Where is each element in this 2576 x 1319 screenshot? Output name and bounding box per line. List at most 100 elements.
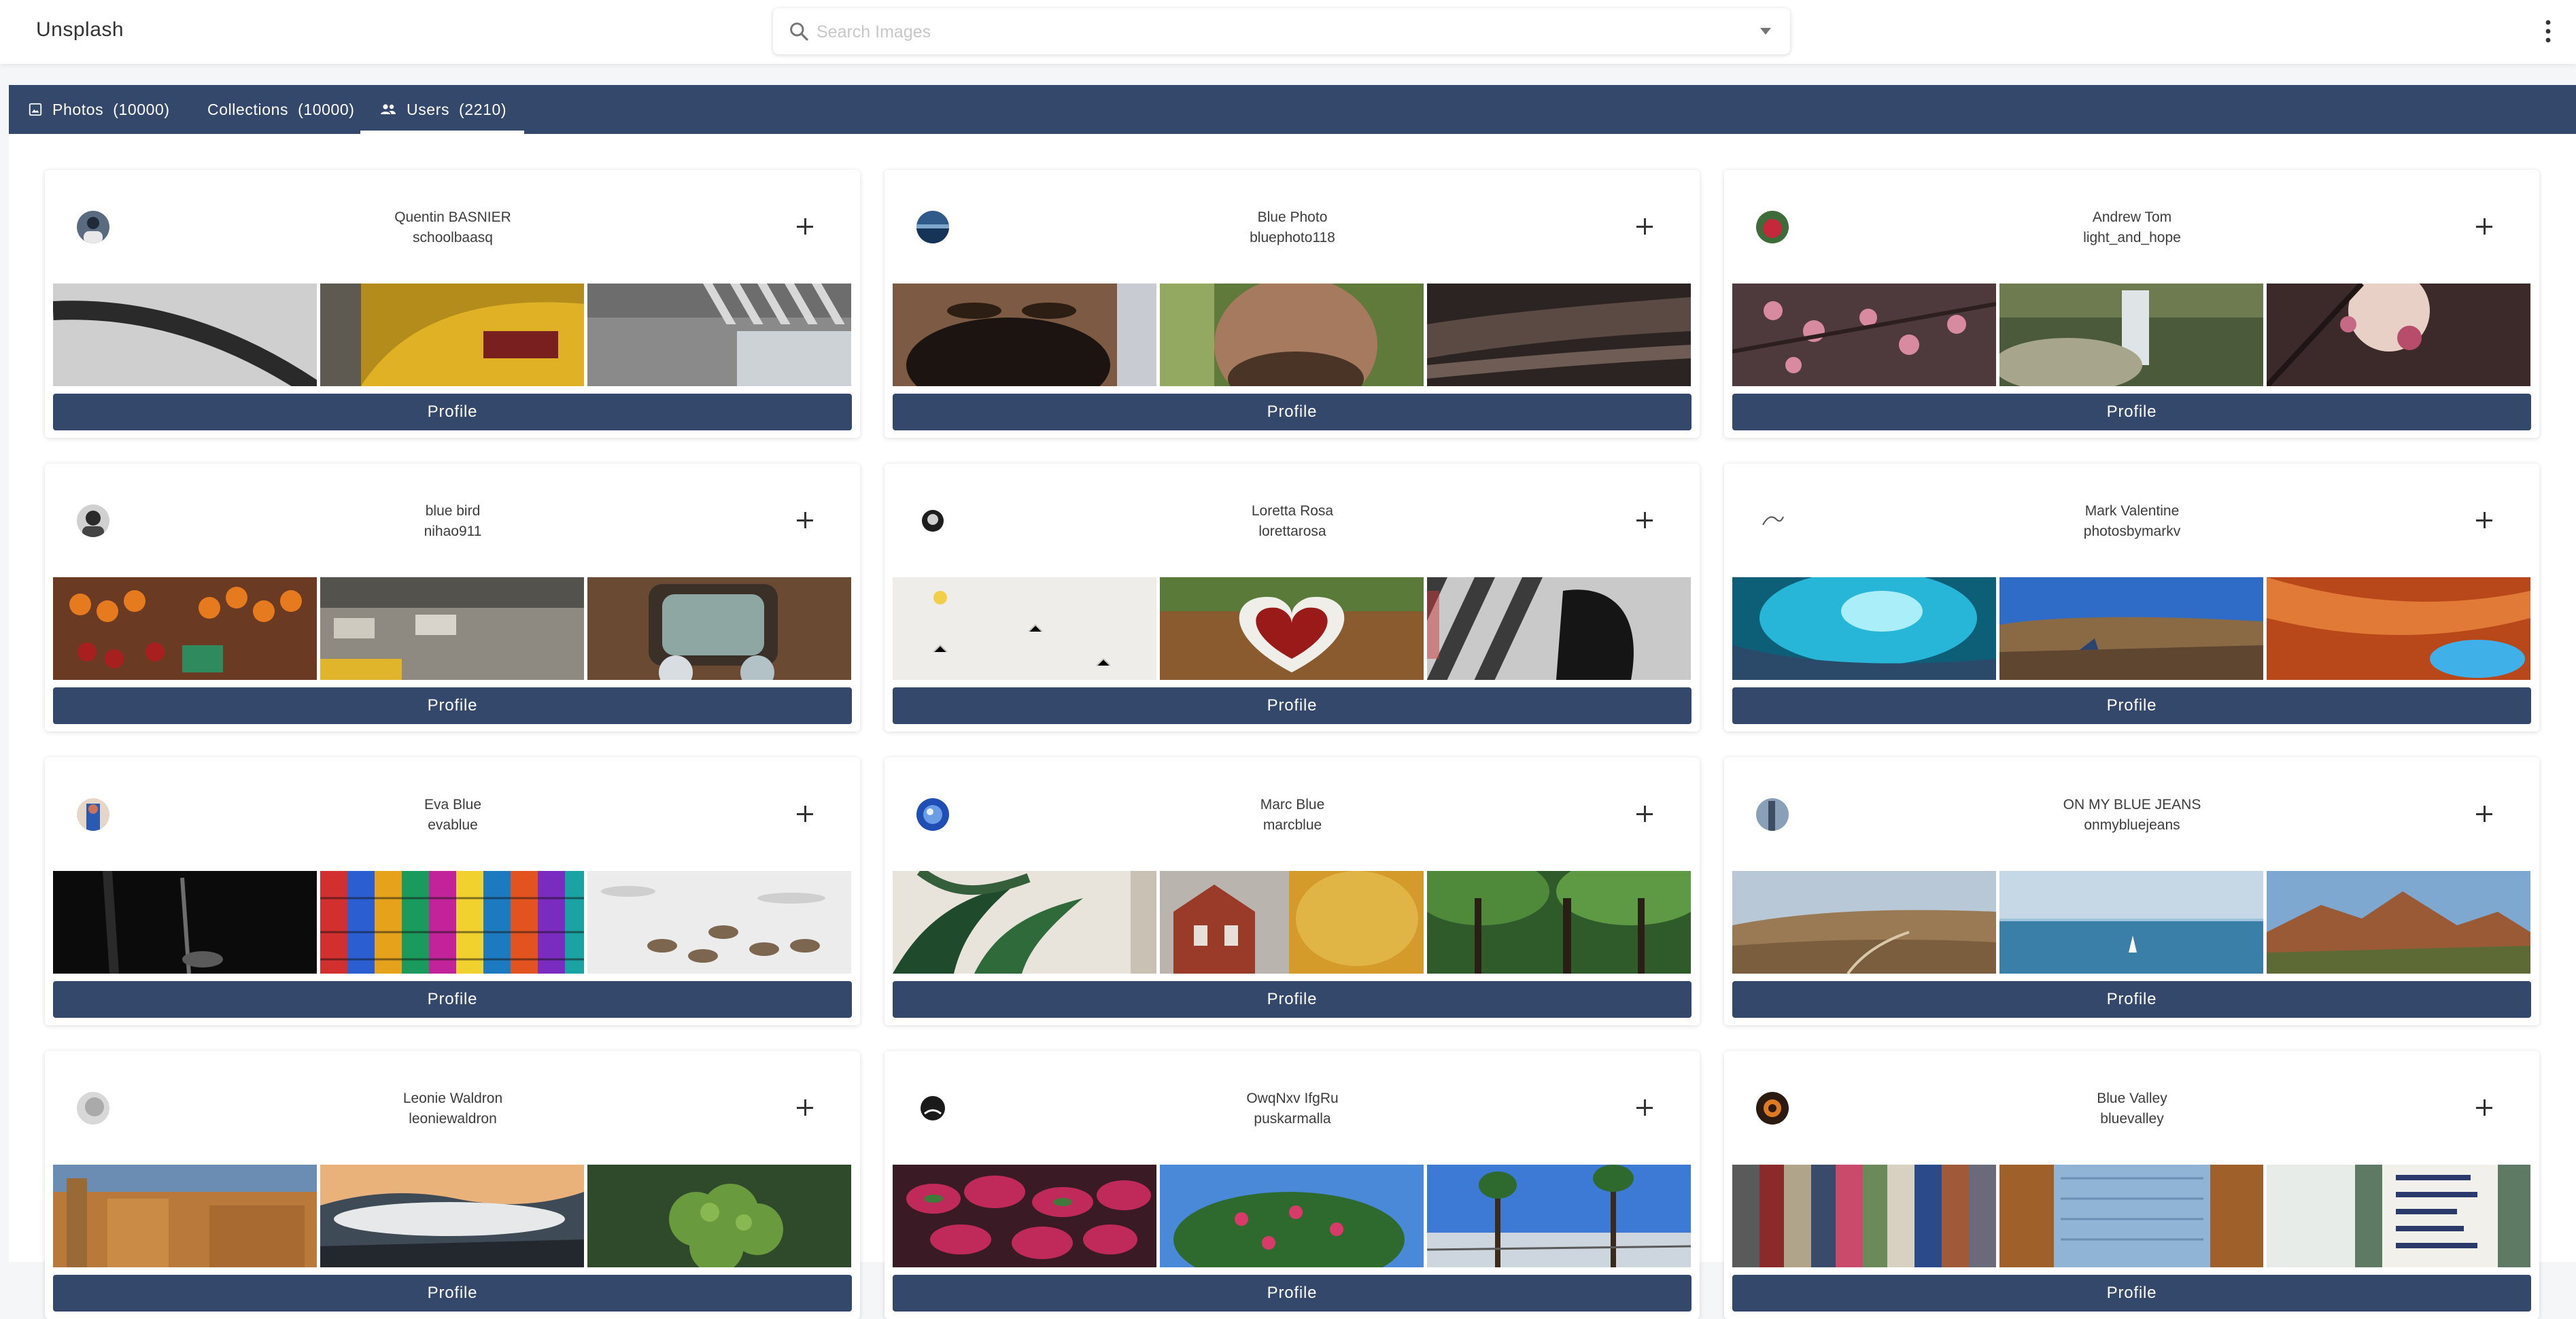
user-name: Andrew Tom xyxy=(2092,209,2172,225)
photo-thumbnail[interactable] xyxy=(53,577,317,680)
top-app-bar: Unsplash xyxy=(0,0,2576,64)
photo-thumbnail[interactable] xyxy=(320,871,584,974)
photo-thumbnail[interactable] xyxy=(1427,577,1691,680)
photo-thumbnail[interactable] xyxy=(1160,577,1424,680)
avatar[interactable] xyxy=(77,504,109,537)
profile-button[interactable]: Profile xyxy=(893,1275,1691,1312)
add-icon[interactable] xyxy=(2475,1099,2493,1116)
photo-thumbnail[interactable] xyxy=(587,1165,851,1267)
photo-thumbnail[interactable] xyxy=(1999,1165,2263,1267)
avatar[interactable] xyxy=(1756,1092,1789,1125)
photo-thumbnail[interactable] xyxy=(587,871,851,974)
user-card: Andrew Tom light_and_hope Profile xyxy=(1724,170,2539,438)
photo-thumbnail[interactable] xyxy=(1427,1165,1691,1267)
photo-thumbnail[interactable] xyxy=(2267,871,2530,974)
add-icon[interactable] xyxy=(2475,805,2493,823)
tab-users[interactable]: Users (2210) xyxy=(360,85,525,134)
add-icon[interactable] xyxy=(796,511,814,529)
add-icon[interactable] xyxy=(796,1099,814,1116)
profile-button[interactable]: Profile xyxy=(1732,981,2531,1018)
avatar[interactable] xyxy=(1756,504,1789,537)
tab-photos-label: Photos xyxy=(52,100,104,118)
photo-thumbnail[interactable] xyxy=(2267,284,2530,386)
photo-thumbnail[interactable] xyxy=(1160,1165,1424,1267)
profile-button[interactable]: Profile xyxy=(53,394,852,430)
user-card: blue bird nihao911 Profile xyxy=(45,464,860,732)
profile-button[interactable]: Profile xyxy=(53,981,852,1018)
profile-button[interactable]: Profile xyxy=(1732,1275,2531,1312)
chevron-down-icon[interactable] xyxy=(1759,26,1772,37)
user-username: marcblue xyxy=(1263,817,1322,833)
add-icon[interactable] xyxy=(2475,218,2493,235)
user-card: Marc Blue marcblue Profile xyxy=(885,757,1700,1025)
avatar[interactable] xyxy=(916,504,949,537)
tab-collections[interactable]: Collections (10000) xyxy=(207,85,355,134)
photo-thumbnail[interactable] xyxy=(2267,577,2530,680)
avatar[interactable] xyxy=(1756,211,1789,243)
profile-button[interactable]: Profile xyxy=(893,687,1691,724)
photo-thumbnail[interactable] xyxy=(1427,871,1691,974)
add-icon[interactable] xyxy=(796,218,814,235)
photo-thumbnail[interactable] xyxy=(53,871,317,974)
photo-thumbnail[interactable] xyxy=(1999,284,2263,386)
profile-button[interactable]: Profile xyxy=(1732,394,2531,430)
photo-thumbnail[interactable] xyxy=(53,284,317,386)
image-icon xyxy=(29,103,42,116)
profile-button[interactable]: Profile xyxy=(53,687,852,724)
user-card: Loretta Rosa lorettarosa Profile xyxy=(885,464,1700,732)
photo-thumbnail[interactable] xyxy=(893,1165,1156,1267)
user-card: Eva Blue evablue Profile xyxy=(45,757,860,1025)
photo-thumbnail[interactable] xyxy=(1732,577,1996,680)
photo-thumbnail[interactable] xyxy=(1160,871,1424,974)
add-icon[interactable] xyxy=(2475,511,2493,529)
user-name: Mark Valentine xyxy=(2084,503,2180,519)
photo-thumbnail[interactable] xyxy=(1160,284,1424,386)
add-icon[interactable] xyxy=(1636,218,1653,235)
user-name: blue bird xyxy=(425,503,481,519)
profile-button[interactable]: Profile xyxy=(1732,687,2531,724)
add-icon[interactable] xyxy=(1636,1099,1653,1116)
tab-bar: Photos (10000) Collections (10000) Users… xyxy=(9,85,2576,134)
photo-thumbnail[interactable] xyxy=(893,871,1156,974)
photo-thumbnail[interactable] xyxy=(2267,1165,2530,1267)
add-icon[interactable] xyxy=(1636,805,1653,823)
photo-thumbnail[interactable] xyxy=(893,284,1156,386)
avatar[interactable] xyxy=(916,211,949,243)
photo-thumbnail[interactable] xyxy=(1427,284,1691,386)
photo-thumbnail[interactable] xyxy=(320,284,584,386)
avatar[interactable] xyxy=(916,798,949,831)
tab-users-label: Users xyxy=(407,100,450,118)
avatar[interactable] xyxy=(77,798,109,831)
photo-thumbnail[interactable] xyxy=(1999,577,2263,680)
tab-collections-count: (10000) xyxy=(298,100,355,118)
tab-photos[interactable]: Photos (10000) xyxy=(28,85,170,134)
profile-button[interactable]: Profile xyxy=(893,981,1691,1018)
photo-thumbnail[interactable] xyxy=(1732,871,1996,974)
more-vert-icon[interactable] xyxy=(2540,18,2556,45)
photo-thumbnail[interactable] xyxy=(320,1165,584,1267)
photo-thumbnail[interactable] xyxy=(1999,871,2263,974)
avatar[interactable] xyxy=(77,1092,109,1125)
profile-button[interactable]: Profile xyxy=(53,1275,852,1312)
photo-thumbnail[interactable] xyxy=(1732,284,1996,386)
user-username: nihao911 xyxy=(424,524,482,539)
add-icon[interactable] xyxy=(1636,511,1653,529)
people-icon xyxy=(381,104,396,114)
photo-thumbnail[interactable] xyxy=(893,577,1156,680)
photo-thumbnail[interactable] xyxy=(53,1165,317,1267)
profile-button[interactable]: Profile xyxy=(893,394,1691,430)
photo-thumbnail[interactable] xyxy=(1732,1165,1996,1267)
search-input[interactable] xyxy=(815,15,1729,49)
content-panel: Photos (10000) Collections (10000) Users… xyxy=(9,85,2576,1319)
avatar[interactable] xyxy=(1756,798,1789,831)
search-box[interactable] xyxy=(773,8,1790,54)
avatar[interactable] xyxy=(77,211,109,243)
search-icon xyxy=(790,22,808,41)
user-username: onmybluejeans xyxy=(2084,817,2180,833)
photo-thumbnail[interactable] xyxy=(587,577,851,680)
add-icon[interactable] xyxy=(796,805,814,823)
photo-thumbnail[interactable] xyxy=(320,577,584,680)
photo-thumbnail[interactable] xyxy=(587,284,851,386)
user-name: Leonie Waldron xyxy=(402,1091,503,1106)
avatar[interactable] xyxy=(916,1092,949,1125)
